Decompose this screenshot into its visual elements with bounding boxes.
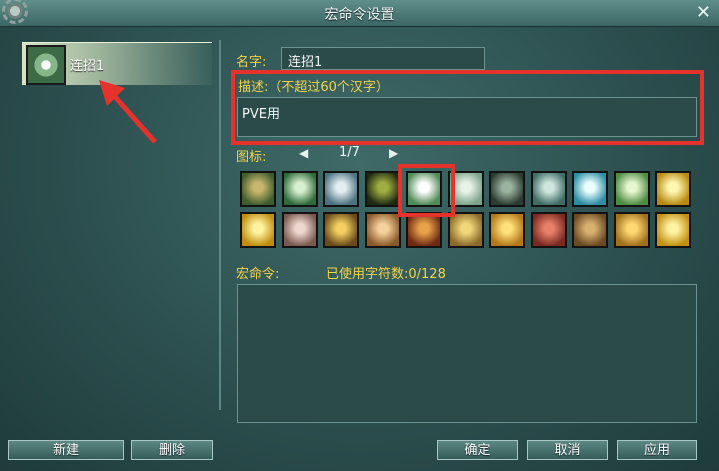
gold-slash-icon[interactable] [655, 212, 691, 248]
delete-button[interactable]: 删除 [131, 440, 213, 460]
cyan-burst-icon[interactable] [572, 171, 608, 207]
window-title: 宏命令设置 [324, 7, 395, 23]
swirl-wind-icon[interactable] [323, 171, 359, 207]
close-icon[interactable]: ✕ [696, 2, 711, 23]
ring-sigil-icon[interactable] [530, 171, 567, 207]
panel-divider [219, 40, 221, 410]
char-count: 已使用字符数:0/128 [326, 267, 446, 282]
seated-buddha-icon[interactable] [613, 212, 650, 248]
golden-palm-icon[interactable] [489, 212, 525, 248]
next-page-icon[interactable]: ▶ [389, 146, 398, 160]
icon-label: 图标: [236, 150, 267, 165]
macro-textarea[interactable] [237, 284, 697, 423]
red-rune-icon[interactable] [530, 212, 567, 248]
twin-statue-icon[interactable] [572, 212, 608, 248]
wooden-staff-icon[interactable] [323, 212, 359, 248]
white-flower-icon [26, 45, 66, 85]
gold-flash-icon[interactable] [655, 171, 691, 207]
icon-grid [240, 171, 700, 255]
sidebar-item-label: 连招1 [70, 59, 105, 74]
name-label: 名字: [236, 55, 267, 70]
apply-button[interactable]: 应用 [617, 440, 697, 460]
monk-flame-icon[interactable] [406, 212, 442, 248]
green-drop-icon[interactable] [281, 171, 318, 207]
mask-face-icon[interactable] [489, 171, 525, 207]
broken-heart-icon[interactable] [281, 212, 318, 248]
cancel-button[interactable]: 取消 [527, 440, 608, 460]
new-button[interactable]: 新建 [8, 440, 124, 460]
buddha-face-icon[interactable] [364, 212, 401, 248]
selected-icon-highlight [398, 164, 455, 217]
bamboo-figure-icon[interactable] [240, 171, 276, 207]
name-field[interactable]: 连招1 [281, 47, 485, 70]
icon-page-indicator: 1/7 [339, 145, 360, 160]
confirm-button[interactable]: 确定 [437, 440, 518, 460]
macro-label: 宏命令: [236, 267, 280, 282]
gold-rays-icon[interactable] [240, 212, 276, 248]
annotation-arrow [99, 80, 157, 144]
dancer-silhouette-icon[interactable] [364, 171, 401, 207]
golden-wheel-icon[interactable] [447, 212, 484, 248]
description-highlight [231, 70, 704, 145]
green-crystal-icon[interactable] [613, 171, 650, 207]
prev-page-icon[interactable]: ◀ [299, 146, 308, 160]
